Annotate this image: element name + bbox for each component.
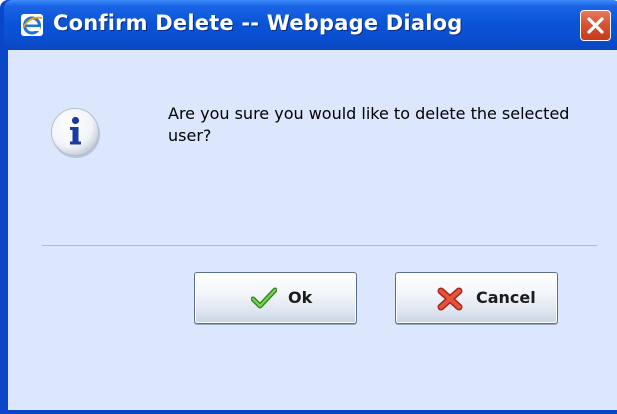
ok-button-label: Ok bbox=[288, 288, 313, 307]
cancel-button[interactable]: Cancel bbox=[395, 272, 558, 324]
title-bar[interactable]: Confirm Delete -- Webpage Dialog bbox=[4, 0, 617, 50]
ie-icon bbox=[21, 14, 43, 36]
divider bbox=[42, 245, 597, 246]
ok-button[interactable]: Ok bbox=[194, 272, 357, 324]
dialog-body: Are you sure you would like to delete th… bbox=[8, 50, 617, 410]
cancel-button-label: Cancel bbox=[476, 288, 536, 307]
window-title: Confirm Delete -- Webpage Dialog bbox=[53, 11, 463, 35]
checkmark-icon bbox=[251, 287, 277, 309]
info-icon bbox=[51, 108, 100, 158]
close-button[interactable] bbox=[580, 10, 611, 41]
x-icon bbox=[437, 287, 463, 311]
confirm-message: Are you sure you would like to delete th… bbox=[168, 104, 570, 145]
dialog-window: Confirm Delete -- Webpage Dialog Are you… bbox=[0, 0, 617, 414]
close-icon bbox=[587, 17, 604, 34]
